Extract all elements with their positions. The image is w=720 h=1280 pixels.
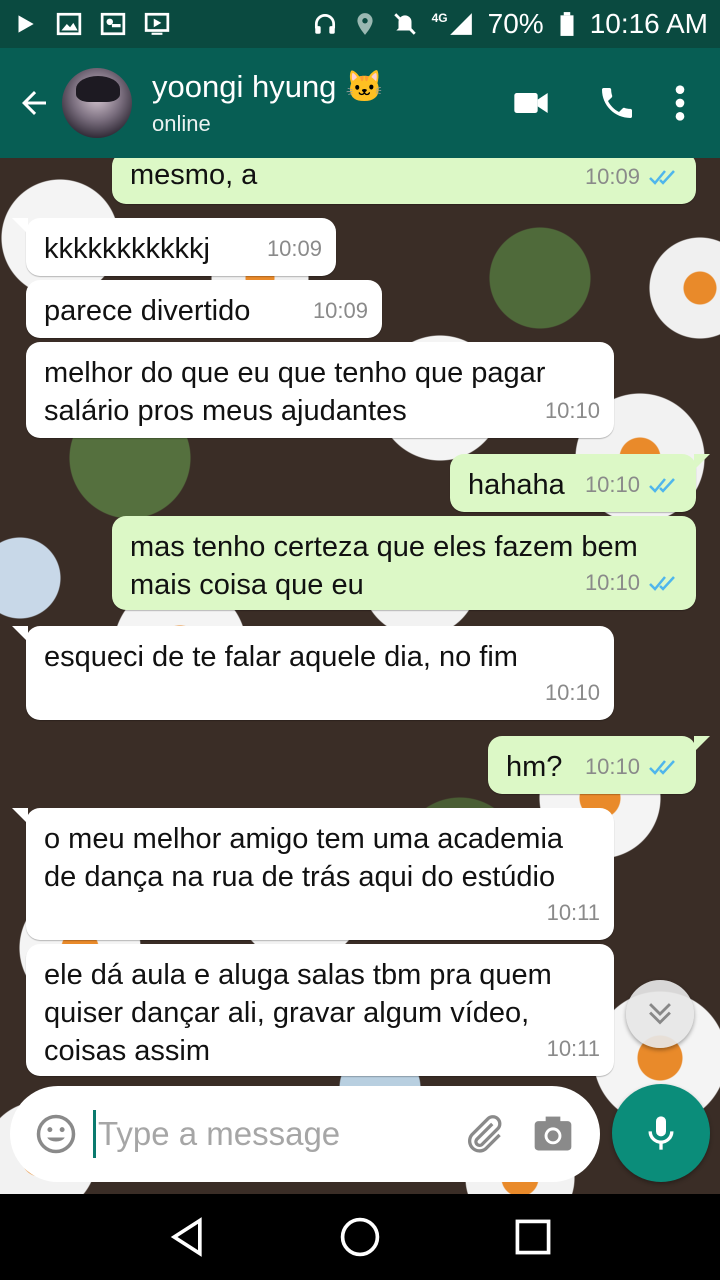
- nav-recents-button[interactable]: [503, 1207, 563, 1267]
- message-bubble-outgoing[interactable]: mas tenho certeza que eles fazem bem mai…: [112, 516, 696, 610]
- message-meta: 10:10: [585, 564, 682, 602]
- voice-call-button[interactable]: [574, 63, 660, 143]
- more-options-button[interactable]: [660, 63, 700, 143]
- message-time: 10:10: [544, 680, 600, 705]
- more-vert-icon: [675, 85, 685, 121]
- header-actions: [488, 63, 720, 143]
- message-bubble-incoming[interactable]: kkkkkkkkkkkj 10:09: [12, 218, 336, 276]
- phone-icon: [602, 88, 632, 118]
- nav-back-button[interactable]: [157, 1207, 217, 1267]
- message-meta: 10:10: [585, 466, 682, 504]
- message-time: 10:10: [584, 472, 640, 497]
- battery-percent: 70%: [487, 8, 544, 39]
- signal-indicator: 4G: [432, 11, 474, 37]
- message-meta: 10:10: [585, 748, 682, 786]
- image-icon: [56, 12, 82, 36]
- message-text: o meu melhor amigo tem uma academia de d…: [44, 823, 564, 893]
- message-input[interactable]: [98, 1115, 459, 1153]
- chat-area[interactable]: mesmo, a 10:09 kkkkkkkkkkkj 10:09 parece…: [0, 158, 720, 1194]
- system-navigation-bar: [0, 1194, 720, 1280]
- mute-icon: [393, 13, 416, 35]
- headphones-icon: [314, 13, 335, 34]
- message-time: 10:10: [544, 398, 600, 423]
- voice-message-button[interactable]: [612, 1084, 710, 1182]
- vpn-key-icon: [100, 12, 126, 36]
- message-bubble-incoming[interactable]: o meu melhor amigo tem uma academia de d…: [12, 808, 614, 940]
- message-meta: 10:10: [545, 674, 600, 712]
- camera-button[interactable]: [527, 1108, 578, 1160]
- double-chevron-down-icon: [649, 1003, 671, 1025]
- recents-square-icon: [515, 1219, 551, 1255]
- status-right-icons: 4G 70% 10:16 AM: [312, 8, 708, 40]
- message-time: 10:09: [312, 298, 368, 323]
- video-call-icon: [514, 93, 548, 113]
- message-text: mas tenho certeza que eles fazem bem mai…: [130, 531, 638, 601]
- back-triangle-icon: [170, 1217, 202, 1257]
- message-bubble-outgoing[interactable]: mesmo, a 10:09: [112, 158, 696, 204]
- message-meta: 10:11: [547, 1030, 600, 1068]
- scroll-to-bottom-button[interactable]: [626, 980, 694, 1048]
- location-icon: [357, 13, 373, 35]
- contact-name: yoongi hyung 🐱: [152, 69, 384, 104]
- message-bubble-incoming[interactable]: melhor do que eu que tenho que pagar sal…: [26, 342, 614, 438]
- message-bubble-outgoing[interactable]: hahaha 10:10: [450, 454, 710, 512]
- message-bubble-incoming[interactable]: ele dá aula e aluga salas tbm pra quem q…: [26, 944, 614, 1076]
- message-composer: [10, 1086, 600, 1182]
- read-ticks-icon: [649, 576, 675, 591]
- message-meta: 10:09: [267, 230, 322, 268]
- message-time: 10:09: [584, 164, 640, 189]
- cast-icon: [144, 12, 170, 35]
- signal-icon: [449, 13, 472, 35]
- message-text: ele dá aula e aluga salas tbm pra quem q…: [44, 959, 552, 1067]
- paperclip-icon: [467, 1115, 501, 1153]
- status-bar: 4G 70% 10:16 AM: [0, 0, 720, 48]
- battery-icon: [560, 12, 574, 36]
- message-time: 10:10: [584, 754, 640, 779]
- attach-button[interactable]: [458, 1108, 509, 1160]
- message-bubble-incoming[interactable]: esqueci de te falar aquele dia, no fim 1…: [12, 626, 614, 720]
- message-meta: 10:11: [547, 894, 600, 932]
- mic-icon: [648, 1116, 674, 1150]
- read-ticks-icon: [649, 170, 675, 185]
- avatar[interactable]: [62, 68, 132, 138]
- message-meta: 10:09: [585, 158, 682, 196]
- message-time: 10:11: [546, 900, 600, 925]
- message-meta: 10:10: [545, 392, 600, 430]
- message-text: melhor do que eu que tenho que pagar sal…: [44, 357, 546, 427]
- read-ticks-icon: [649, 478, 675, 493]
- status-left-icons: [12, 11, 170, 37]
- message-meta: 10:09: [313, 292, 368, 330]
- emoji-icon: [36, 1114, 75, 1154]
- contact-info[interactable]: yoongi hyung 🐱 online: [152, 69, 384, 137]
- text-caret: [93, 1110, 97, 1158]
- home-circle-icon: [340, 1217, 380, 1257]
- nav-home-button[interactable]: [330, 1207, 390, 1267]
- emoji-button[interactable]: [32, 1110, 79, 1158]
- message-bubble-outgoing[interactable]: hm? 10:10: [488, 736, 710, 794]
- camera-icon: [534, 1116, 571, 1151]
- clock: 10:16 AM: [589, 8, 708, 39]
- message-bubble-incoming[interactable]: parece divertido 10:09: [26, 280, 382, 338]
- read-ticks-icon: [649, 760, 675, 775]
- message-time: 10:11: [546, 1036, 600, 1061]
- message-time: 10:10: [584, 570, 640, 595]
- message-text: esqueci de te falar aquele dia, no fim: [44, 641, 518, 673]
- network-type: 4G: [431, 11, 448, 25]
- play-icon: [18, 15, 34, 33]
- video-call-button[interactable]: [488, 63, 574, 143]
- back-button[interactable]: [6, 48, 62, 158]
- chat-header: yoongi hyung 🐱 online: [0, 48, 720, 158]
- message-time: 10:09: [266, 236, 322, 261]
- contact-status: online: [152, 111, 211, 136]
- back-arrow-icon: [22, 91, 46, 115]
